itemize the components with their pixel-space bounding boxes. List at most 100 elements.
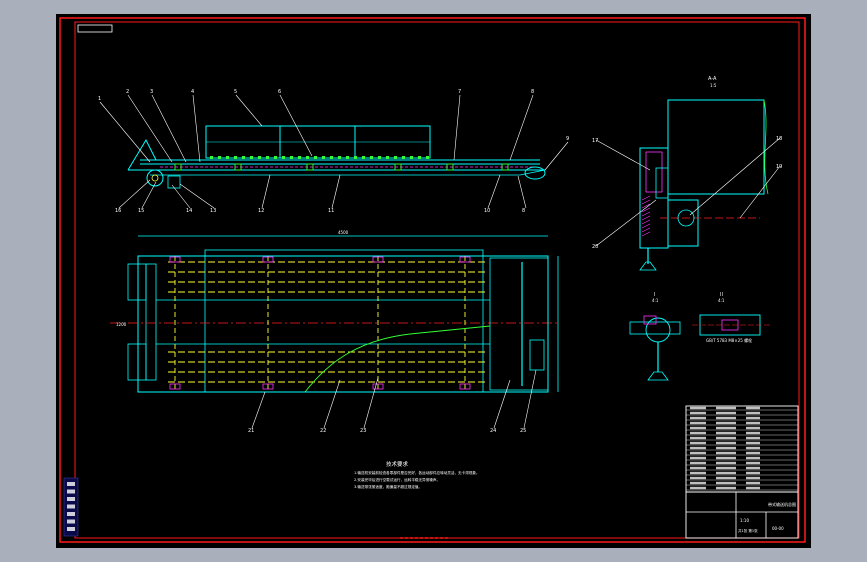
parts-row-text: [746, 486, 760, 490]
parts-row-text: [716, 426, 736, 430]
parts-row-text: [746, 461, 760, 465]
part-number: 2: [126, 89, 129, 95]
part-number: 22: [320, 428, 326, 434]
belt-dot: [426, 156, 429, 159]
parts-row-text: [716, 461, 736, 465]
parts-row-text: [746, 421, 760, 425]
parts-row-text: [746, 471, 760, 475]
line-icon[interactable]: [67, 489, 75, 494]
parts-row-text: [690, 441, 706, 445]
view-scale-b: 4:1: [652, 298, 659, 303]
notes-line: 2.安装完毕后进行空载试运行，运转平稳无异常噪声。: [354, 477, 440, 482]
part-number: 19: [776, 164, 782, 170]
parts-row-text: [690, 416, 706, 420]
belt-dot: [258, 156, 261, 159]
part-number: 6: [278, 89, 281, 95]
belt-dot: [282, 156, 285, 159]
part-number: 4: [191, 89, 194, 95]
belt-dot: [322, 156, 325, 159]
parts-row-text: [746, 416, 760, 420]
parts-row-text: [690, 406, 706, 410]
parts-row-text: [746, 446, 760, 450]
parts-row-text: [690, 426, 706, 430]
parts-row-text: [716, 431, 736, 435]
block-icon[interactable]: [67, 527, 75, 531]
belt-dot: [418, 156, 421, 159]
parts-row-text: [690, 431, 706, 435]
part-number: 9: [566, 136, 569, 142]
drawing-number: 00-00: [772, 526, 784, 531]
part-number: 10: [484, 208, 490, 214]
parts-row-text: [716, 416, 736, 420]
hatch-icon[interactable]: [67, 519, 75, 524]
belt-dot: [314, 156, 317, 159]
notes-heading: 技术要求: [386, 460, 409, 468]
belt-dot: [330, 156, 333, 159]
part-number: 12: [258, 208, 264, 214]
dimension-text: 1200: [116, 322, 127, 327]
belt-dot: [386, 156, 389, 159]
drawing-viewport[interactable]: 1 2 3 4 5 6 7 8 9 16 15 14 13 12 11 10 8 21 22 23 24 25 17 18 19…: [0, 0, 867, 562]
parts-row-text: [746, 441, 760, 445]
parts-row-text: [690, 421, 706, 425]
parts-row-text: [716, 446, 736, 450]
belt-dot: [370, 156, 373, 159]
belt-dot: [354, 156, 357, 159]
belt-dot: [266, 156, 269, 159]
belt-dot: [394, 156, 397, 159]
belt-dot: [402, 156, 405, 159]
part-number: 7: [458, 89, 461, 95]
left-toolbar[interactable]: [63, 477, 79, 537]
belt-dot: [250, 156, 253, 159]
parts-row-text: [716, 406, 736, 410]
parts-row-text: [716, 471, 736, 475]
part-number: 25: [520, 428, 526, 434]
parts-row-text: [716, 456, 736, 460]
circle-icon[interactable]: [67, 497, 75, 501]
part-number: 1: [98, 96, 101, 102]
parts-row-text: [716, 436, 736, 440]
parts-row-text: [716, 441, 736, 445]
dimension-text: 4500: [338, 230, 349, 235]
parts-row-text: [690, 456, 706, 460]
part-number: 3: [150, 89, 153, 95]
text-icon[interactable]: [67, 504, 75, 509]
notes-line: 3.输送带张紧适度，跑偏量不超过规定值。: [354, 484, 422, 489]
notes-line: 1.输送机安装前检查各零部件是否完好，各运动部件应转动灵活，无卡滞现象。: [354, 470, 480, 475]
part-number: 8: [531, 89, 534, 95]
dim-icon[interactable]: [67, 512, 75, 516]
parts-row-text: [746, 406, 760, 410]
parts-row-text: [716, 421, 736, 425]
part-number: 5: [234, 89, 237, 95]
parts-row-text: [716, 486, 736, 490]
part-note: GB/T 5783 M8×25 螺栓: [706, 337, 752, 343]
belt-dot: [410, 156, 413, 159]
parts-row-text: [746, 466, 760, 470]
layer-icon[interactable]: [67, 482, 75, 486]
part-number: 13: [210, 208, 216, 214]
parts-row-text: [690, 436, 706, 440]
belt-dot: [346, 156, 349, 159]
parts-row-text: [690, 446, 706, 450]
view-scale-a: 1:5: [710, 83, 717, 88]
belt-dot: [298, 156, 301, 159]
parts-row-text: [690, 476, 706, 480]
parts-row-text: [746, 411, 760, 415]
parts-row-text: [746, 481, 760, 485]
view-scale-c: 4:1: [718, 298, 725, 303]
part-number: 15: [138, 208, 144, 214]
belt-dot: [218, 156, 221, 159]
parts-row-text: [746, 456, 760, 460]
parts-row-text: [690, 461, 706, 465]
parts-row-text: [716, 476, 736, 480]
parts-row-text: [716, 451, 736, 455]
belt-dot: [234, 156, 237, 159]
parts-row-text: [690, 451, 706, 455]
parts-row-text: [690, 466, 706, 470]
parts-row-text: [690, 411, 706, 415]
part-number: 14: [186, 208, 192, 214]
part-number: 20: [592, 244, 598, 250]
belt-dot: [306, 156, 309, 159]
sheet-count: 共1张 第1张: [738, 528, 758, 533]
drawing-scale: 1:10: [740, 518, 749, 523]
